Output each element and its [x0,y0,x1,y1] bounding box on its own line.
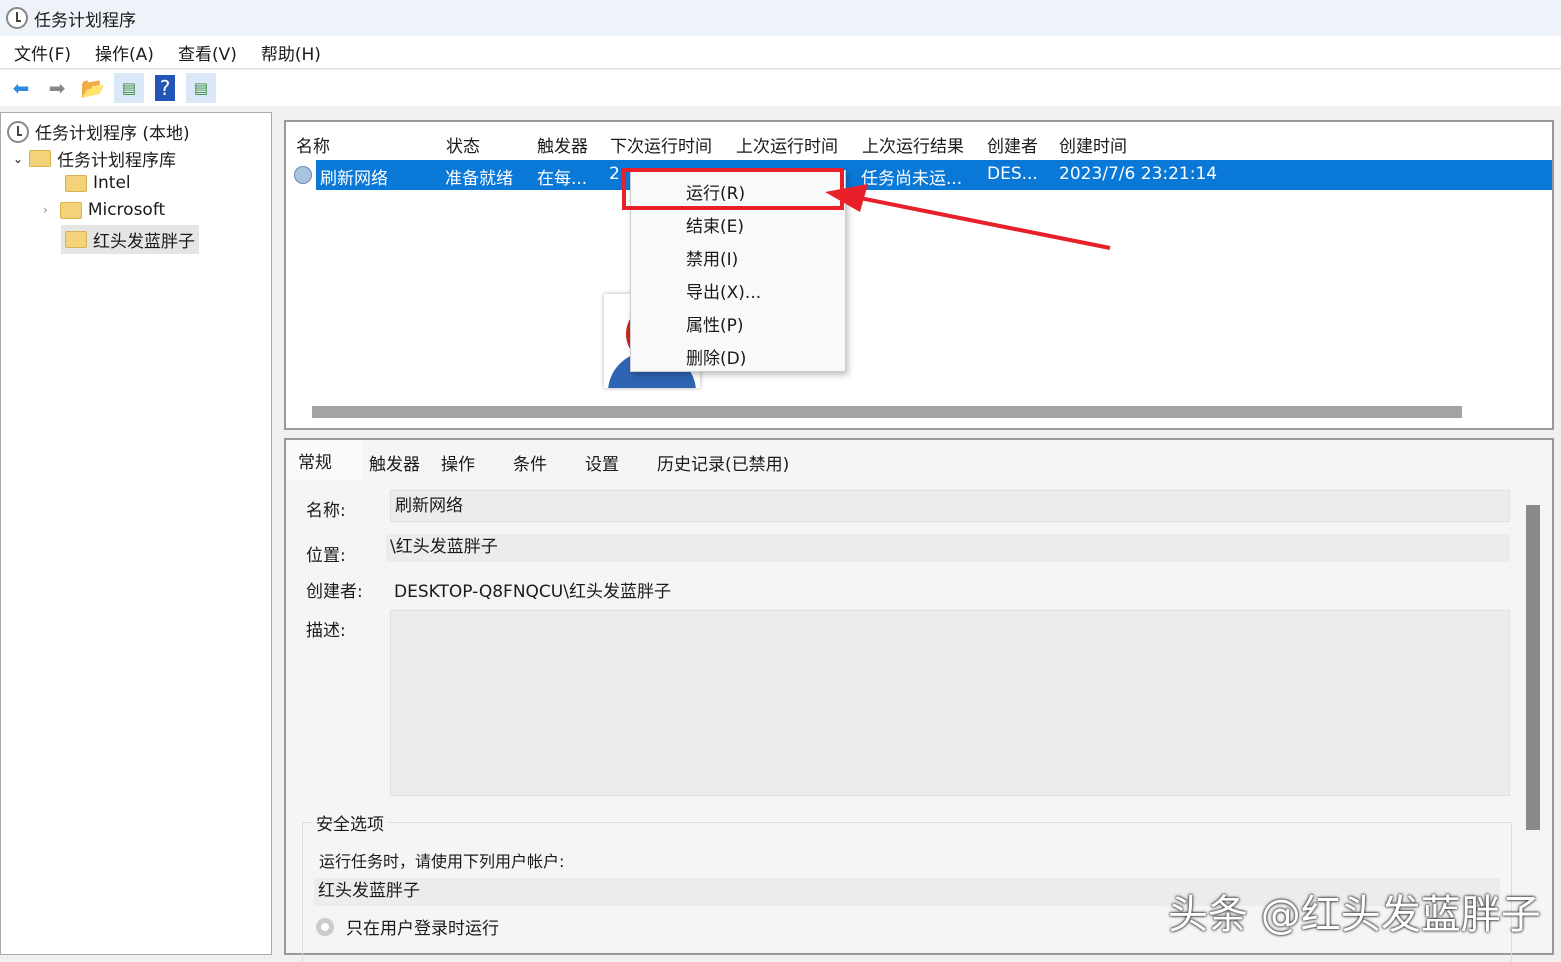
folder-icon [65,175,87,192]
chevron-right-icon[interactable]: › [43,203,48,217]
col-created[interactable]: 创建时间 [1059,132,1127,157]
toolbar: ⬅ ➡ 📂 ▤ ? ▤ [0,70,1561,106]
tree-item-microsoft[interactable]: › Microsoft [43,200,165,220]
help-icon[interactable]: ? [155,75,175,101]
cell-status: 准备就绪 [445,164,513,189]
tree-label: 红头发蓝胖子 [93,227,195,252]
tree-library[interactable]: ⌄ 任务计划程序库 [13,146,176,171]
tree-label: Microsoft [88,200,165,220]
col-last-result[interactable]: 上次运行结果 [862,132,964,157]
tree-label: Intel [93,173,131,193]
title-bar: 任务计划程序 [0,0,1561,36]
up-folder-icon[interactable]: 📂 [78,73,108,103]
window-title: 任务计划程序 [34,6,136,31]
horizontal-scrollbar[interactable] [312,406,1462,418]
menu-file[interactable]: 文件(F) [14,40,71,65]
menu-item-export[interactable]: 导出(X)... [686,278,761,303]
col-last-run[interactable]: 上次运行时间 [736,132,838,157]
run-as-label: 运行任务时，请使用下列用户帐户: [319,848,564,872]
chevron-down-icon[interactable]: ⌄ [13,152,23,166]
location-label: 位置: [306,541,346,566]
author-value: DESKTOP-Q8FNQCU\红头发蓝胖子 [394,577,671,602]
tree-root-label: 任务计划程序 (本地) [35,119,190,144]
col-author[interactable]: 创建者 [987,132,1038,157]
back-icon[interactable]: ⬅ [6,73,36,103]
tab-triggers[interactable]: 触发器 [369,450,420,475]
cell-name: 刷新网络 [320,164,388,189]
name-field[interactable]: 刷新网络 [390,490,1510,522]
author-label: 创建者: [306,577,363,602]
radio-logon-only-label: 只在用户登录时运行 [346,914,499,939]
task-clock-icon [294,166,312,184]
folder-icon [60,202,82,219]
folder-icon [29,150,51,167]
annotation-arrow [820,180,1120,260]
details-pane: 常规 触发器 操作 条件 设置 历史记录(已禁用) 名称: 刷新网络 位置: \… [284,438,1554,955]
description-field[interactable] [390,610,1510,796]
task-scheduler-icon [6,7,28,29]
folder-icon [65,231,87,248]
tab-general[interactable]: 常规 [298,448,332,473]
menu-item-end[interactable]: 结束(E) [686,212,744,237]
tree-item-selected[interactable]: 红头发蓝胖子 [61,225,199,254]
highlight-box [622,168,844,210]
forward-icon[interactable]: ➡ [42,73,72,103]
clock-icon [7,121,29,143]
tab-actions[interactable]: 操作 [441,450,475,475]
show-hide-tree-icon[interactable]: ▤ [114,73,144,103]
tab-settings[interactable]: 设置 [585,450,619,475]
tree-root[interactable]: 任务计划程序 (本地) [7,119,190,144]
vertical-scrollbar[interactable] [1526,505,1540,830]
tab-conditions[interactable]: 条件 [513,450,547,475]
name-label: 名称: [306,496,346,521]
show-hide-action-pane-icon[interactable]: ▤ [186,73,216,103]
tab-history[interactable]: 历史记录(已禁用) [657,450,789,475]
menu-item-properties[interactable]: 属性(P) [686,311,744,336]
col-next-run[interactable]: 下次运行时间 [610,132,712,157]
watermark: 头条 @红头发蓝胖子 [1168,882,1541,940]
radio-logon-only[interactable] [316,918,334,936]
menu-view[interactable]: 查看(V) [178,40,237,65]
col-status[interactable]: 状态 [446,132,480,157]
navigation-tree: 任务计划程序 (本地) ⌄ 任务计划程序库 Intel › Microsoft 红头… [0,112,272,955]
tree-item-intel[interactable]: Intel [65,173,131,193]
menu-help[interactable]: 帮助(H) [261,40,321,65]
description-label: 描述: [306,616,346,641]
tree-library-label: 任务计划程序库 [57,146,176,171]
cell-trigger: 在每... [537,164,587,189]
cell-next-run: 2 [609,164,620,184]
location-value: \红头发蓝胖子 [386,534,1510,562]
menu-item-disable[interactable]: 禁用(I) [686,245,738,270]
menu-bar: 文件(F) 操作(A) 查看(V) 帮助(H) [0,36,1561,69]
security-title: 安全选项 [312,810,388,835]
menu-action[interactable]: 操作(A) [95,40,154,65]
col-trigger[interactable]: 触发器 [537,132,588,157]
col-name[interactable]: 名称 [296,132,330,157]
menu-item-delete[interactable]: 删除(D) [686,344,746,369]
